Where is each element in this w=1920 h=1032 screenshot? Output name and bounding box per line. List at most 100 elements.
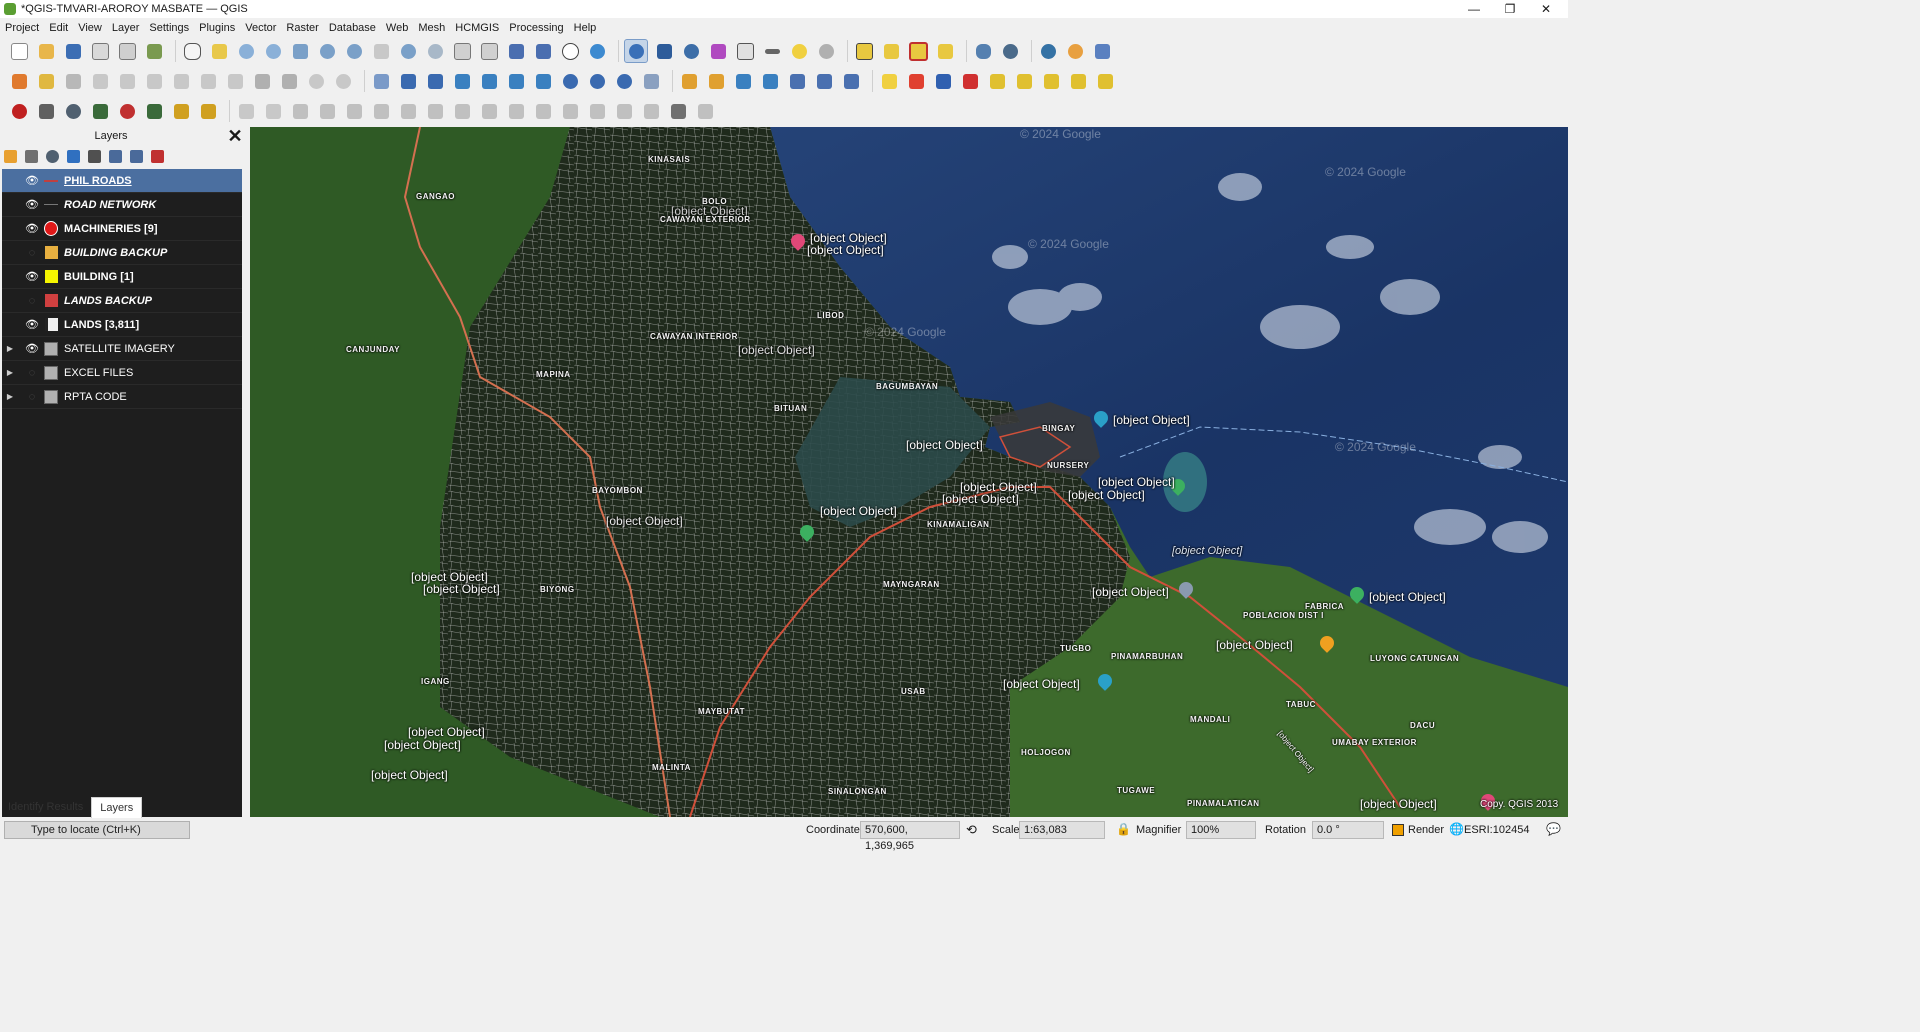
attribute-table-icon[interactable] <box>734 40 756 62</box>
manage-map-themes-icon[interactable] <box>46 149 59 163</box>
add-part-icon[interactable] <box>424 70 446 92</box>
label-show-icon[interactable] <box>932 70 954 92</box>
add-ring-disabled-icon[interactable] <box>316 100 338 122</box>
gps-tool-icon[interactable] <box>8 100 30 122</box>
expand-arrow-icon[interactable]: ▶ <box>4 392 16 401</box>
menu-help[interactable]: Help <box>569 22 602 34</box>
crs-globe-icon[interactable]: 🌐 <box>1449 822 1464 836</box>
zoom-next-icon[interactable] <box>424 40 446 62</box>
menu-view[interactable]: View <box>73 22 107 34</box>
add-group-icon[interactable] <box>25 149 38 163</box>
layer-row-road-network[interactable]: 👁 ROAD NETWORK <box>2 193 242 217</box>
identify-features-icon[interactable] <box>624 39 648 63</box>
globe-grid-icon[interactable] <box>613 70 635 92</box>
menu-database[interactable]: Database <box>324 22 381 34</box>
new-print-layout-icon[interactable] <box>89 40 111 62</box>
paste-features-icon[interactable] <box>278 70 300 92</box>
temporal-controller-icon[interactable] <box>559 40 581 62</box>
refresh-icon[interactable] <box>586 40 608 62</box>
close-window-button[interactable]: ✕ <box>1528 0 1564 18</box>
visibility-eye-icon[interactable]: 👁 <box>24 318 40 331</box>
menu-web[interactable]: Web <box>381 22 413 34</box>
reverse-line-icon[interactable] <box>451 100 473 122</box>
reshape-features-icon[interactable] <box>478 70 500 92</box>
merge-features-icon[interactable] <box>116 100 138 122</box>
minimize-button[interactable]: — <box>1456 0 1492 18</box>
globe-icon[interactable] <box>559 70 581 92</box>
visibility-eye-icon[interactable]: ◌ <box>24 391 40 403</box>
delete-selected-icon[interactable] <box>197 70 219 92</box>
measure-line-icon[interactable] <box>761 40 783 62</box>
fill-ring-icon[interactable] <box>451 70 473 92</box>
label-change-icon[interactable] <box>1040 70 1062 92</box>
label-rotate-icon[interactable] <box>1013 70 1035 92</box>
label-tool-icon[interactable] <box>678 70 700 92</box>
zoom-full-icon[interactable] <box>289 40 311 62</box>
map-tips-icon[interactable] <box>788 40 810 62</box>
move-label-icon[interactable] <box>732 70 754 92</box>
new-map-view-icon[interactable] <box>451 40 473 62</box>
menu-hcmgis[interactable]: HCMGIS <box>450 22 504 34</box>
filter-legend-icon[interactable] <box>67 149 80 163</box>
label-settings-icon[interactable] <box>1094 70 1116 92</box>
simplify-icon[interactable] <box>289 100 311 122</box>
open-project-icon[interactable] <box>35 40 57 62</box>
deselect-all-icon[interactable] <box>907 40 929 62</box>
add-ring-icon[interactable] <box>397 70 419 92</box>
merge-attributes-icon[interactable] <box>505 100 527 122</box>
trim-extend-icon[interactable] <box>170 100 192 122</box>
visibility-eye-icon[interactable]: 👁 <box>24 270 40 283</box>
menu-raster[interactable]: Raster <box>281 22 323 34</box>
filter-by-expression-icon[interactable] <box>88 149 101 163</box>
select-by-value-icon[interactable] <box>880 40 902 62</box>
zoom-last-icon[interactable] <box>397 40 419 62</box>
help-icon[interactable] <box>1091 40 1113 62</box>
browser-icon[interactable] <box>999 40 1021 62</box>
advanced-digitize-icon[interactable] <box>235 100 257 122</box>
lock-scale-icon[interactable]: 🔒 <box>1116 822 1131 836</box>
zoom-out-icon[interactable] <box>262 40 284 62</box>
visibility-eye-icon[interactable]: ◌ <box>24 247 40 259</box>
digitize-line-icon[interactable] <box>89 70 111 92</box>
tab-identify-results[interactable]: Identify Results <box>0 797 91 817</box>
data-source-manager-icon[interactable] <box>972 40 994 62</box>
close-panel-icon[interactable]: ✕ <box>226 127 244 145</box>
offset-curve-icon[interactable] <box>505 70 527 92</box>
select-vertex-icon[interactable] <box>35 100 57 122</box>
expand-arrow-icon[interactable]: ▶ <box>4 344 16 353</box>
reshape-disabled-icon[interactable] <box>397 100 419 122</box>
topology-icon[interactable] <box>640 100 662 122</box>
new-bookmark-icon[interactable] <box>505 40 527 62</box>
label-move-icon[interactable] <box>986 70 1008 92</box>
menu-mesh[interactable]: Mesh <box>413 22 450 34</box>
offset-disabled-icon[interactable] <box>424 100 446 122</box>
toggle-extents-icon[interactable]: ⟲ <box>966 822 977 838</box>
layer-row-building-backup[interactable]: ◌ BUILDING BACKUP <box>2 241 242 265</box>
zoom-to-layer-icon[interactable] <box>343 40 365 62</box>
split-features-icon[interactable] <box>532 70 554 92</box>
expand-arrow-icon[interactable]: ▶ <box>4 368 16 377</box>
statistical-summary-icon[interactable] <box>707 40 729 62</box>
rotation-spinbox[interactable]: 0.0 ° <box>1312 821 1384 839</box>
rotate-point-icon[interactable] <box>532 100 554 122</box>
collapse-all-icon[interactable] <box>130 149 143 163</box>
visibility-eye-icon[interactable]: 👁 <box>24 174 40 187</box>
highlight-label-icon[interactable] <box>840 70 862 92</box>
map-canvas[interactable]: © 2024 Google © 2024 Google © 2024 Googl… <box>250 127 1568 817</box>
select-features-icon[interactable] <box>853 40 875 62</box>
layer-group-satellite-imagery[interactable]: ▶ 👁 SATELLITE IMAGERY <box>2 337 242 361</box>
toggle-editing-icon[interactable] <box>35 70 57 92</box>
save-edits-icon[interactable] <box>62 70 84 92</box>
label-pin-icon[interactable] <box>905 70 927 92</box>
open-layer-styling-icon[interactable] <box>4 149 17 163</box>
split-parts-icon[interactable] <box>478 100 500 122</box>
add-polygon-icon[interactable] <box>116 70 138 92</box>
layer-row-lands-backup[interactable]: ◌ LANDS BACKUP <box>2 289 242 313</box>
rotate-label-icon[interactable] <box>759 70 781 92</box>
annotation-icon[interactable] <box>815 40 837 62</box>
label-abc-icon[interactable] <box>878 70 900 92</box>
pan-map-icon[interactable] <box>181 40 203 62</box>
copy-features-icon[interactable] <box>251 70 273 92</box>
digitize-shape-icon[interactable] <box>370 70 392 92</box>
grid-overlay-icon[interactable] <box>667 100 689 122</box>
